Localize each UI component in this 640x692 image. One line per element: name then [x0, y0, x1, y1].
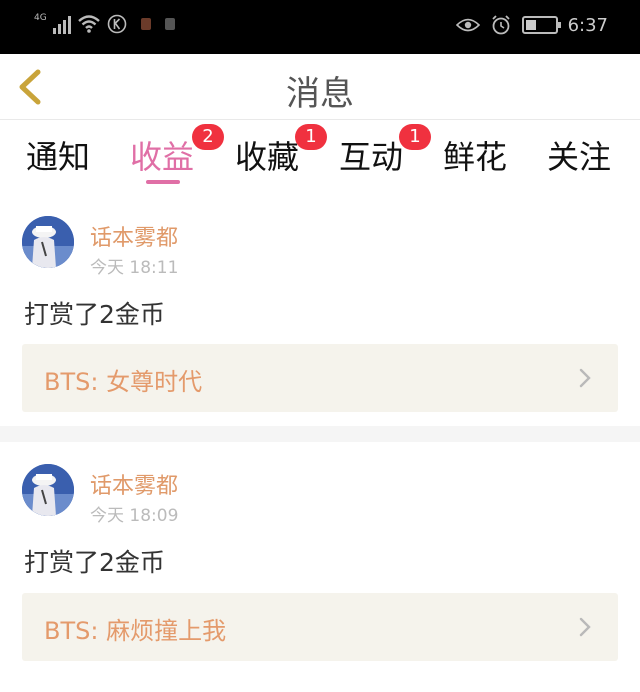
book-link[interactable]: BTS: 女尊时代	[22, 344, 618, 412]
header-bar: 消息	[0, 54, 640, 120]
k-icon	[107, 14, 127, 34]
status-time: 6:37	[567, 14, 608, 36]
avatar-image	[22, 216, 74, 268]
avatar[interactable]	[22, 464, 74, 516]
signal-icon	[52, 14, 71, 34]
tab-following[interactable]: 关注	[547, 132, 611, 178]
book-title: BTS: 女尊时代	[44, 368, 203, 396]
avatar-image	[22, 464, 74, 516]
app-icon	[140, 18, 151, 30]
message-content: 打赏了2金币	[24, 548, 165, 577]
battery-icon	[521, 16, 561, 34]
status-bar: 4G 6:37	[0, 0, 640, 54]
tab-bar: 通知 收益 2 收藏 1 互动 1 鲜花 关注	[0, 120, 640, 198]
tab-label: 互动	[339, 138, 404, 176]
network-type: 4G	[34, 13, 47, 23]
book-title: BTS: 麻烦撞上我	[44, 617, 227, 645]
tab-label: 鲜花	[443, 138, 508, 176]
status-right: 6:37	[455, 14, 608, 36]
notification-badge: 1	[399, 124, 431, 150]
chevron-right-icon	[579, 617, 591, 637]
tab-label: 通知	[26, 138, 91, 176]
message-card: 话本雾都 今天 18:09 打赏了2金币 BTS: 麻烦撞上我	[0, 442, 640, 692]
tab-earnings[interactable]: 收益 2	[130, 124, 224, 178]
wifi-icon	[77, 15, 100, 33]
divider	[0, 426, 640, 442]
alarm-icon	[491, 15, 510, 35]
username[interactable]: 话本雾都	[90, 220, 178, 252]
active-tab-indicator	[146, 180, 180, 184]
notification-badge: 2	[192, 124, 224, 150]
message-time: 今天 18:11	[90, 258, 179, 278]
message-card: 话本雾都 今天 18:11 打赏了2金币 BTS: 女尊时代	[0, 198, 640, 426]
tab-favorites[interactable]: 收藏 1	[235, 124, 327, 178]
avatar[interactable]	[22, 216, 74, 268]
message-content: 打赏了2金币	[24, 300, 165, 329]
page-title: 消息	[286, 74, 354, 114]
notification-badge: 1	[295, 124, 327, 150]
username[interactable]: 话本雾都	[90, 468, 178, 500]
eye-icon	[455, 18, 480, 32]
tab-label: 收益	[130, 138, 195, 176]
tab-label: 关注	[547, 138, 612, 176]
tab-notifications[interactable]: 通知	[26, 132, 90, 178]
tab-label: 收藏	[235, 138, 300, 176]
app-icon	[164, 18, 175, 30]
tab-flowers[interactable]: 鲜花	[443, 132, 507, 178]
message-time: 今天 18:09	[90, 506, 179, 526]
book-link[interactable]: BTS: 麻烦撞上我	[22, 593, 618, 661]
status-left: 4G	[34, 13, 175, 34]
tab-interactions[interactable]: 互动 1	[339, 124, 431, 178]
chevron-right-icon	[579, 368, 591, 388]
